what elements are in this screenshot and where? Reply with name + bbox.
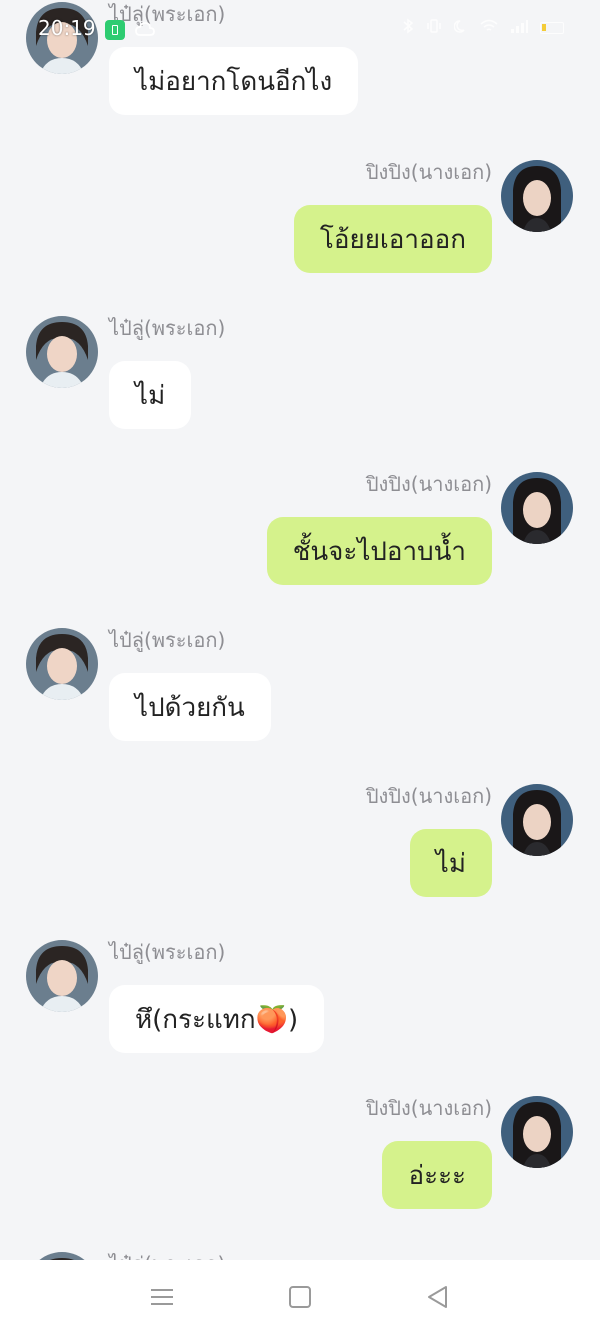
message-bubble[interactable]: ไปด้วยกัน bbox=[109, 673, 271, 741]
male-avatar[interactable] bbox=[26, 316, 98, 388]
message-bubble[interactable]: หึ(กระแทก🍑) bbox=[109, 985, 325, 1053]
sender-name: ปิงปิง(นางเอก) bbox=[365, 1096, 492, 1120]
back-button[interactable] bbox=[424, 1283, 452, 1311]
navigation-bar bbox=[0, 1260, 600, 1333]
message-bubble[interactable]: อ่ะะะ bbox=[382, 1141, 492, 1209]
sender-name: ปิงปิง(นางเอก) bbox=[365, 160, 492, 184]
female-avatar[interactable] bbox=[501, 160, 573, 232]
male-avatar[interactable] bbox=[26, 1252, 98, 1260]
female-avatar[interactable] bbox=[501, 472, 573, 544]
home-button[interactable] bbox=[286, 1283, 314, 1311]
sender-name: ไป๋ลู่(พระเอก) bbox=[109, 628, 226, 652]
message-bubble[interactable]: ชั้นจะไปอาบน้ำ bbox=[266, 517, 492, 585]
male-avatar[interactable] bbox=[26, 2, 98, 74]
male-avatar[interactable] bbox=[26, 940, 98, 1012]
sender-name: ไป๋ลู่(พระเอก) bbox=[109, 940, 226, 964]
sender-name: ปิงปิง(นางเอก) bbox=[365, 784, 492, 808]
female-avatar[interactable] bbox=[501, 1096, 573, 1168]
message-bubble[interactable]: ไม่ bbox=[409, 829, 492, 897]
sender-name: ไป๋ลู่(พระเอก) bbox=[109, 2, 226, 26]
home-icon bbox=[289, 1285, 311, 1308]
message-bubble[interactable]: โอ้ยยเอาออก bbox=[293, 205, 492, 273]
message-bubble[interactable]: ไม่อยากโดนอีกไง bbox=[109, 47, 359, 115]
menu-icon[interactable] bbox=[148, 1283, 176, 1311]
sender-name: ไป๋ลู่(พระเอก) bbox=[109, 1248, 225, 1260]
sender-name: ปิงปิง(นางเอก) bbox=[365, 472, 492, 496]
male-avatar[interactable] bbox=[26, 628, 98, 700]
message-bubble[interactable]: ไม่ bbox=[109, 361, 192, 429]
chat-area[interactable]: ไป๋ลู่(พระเอก) ไม่อยากโดนอีกไง ปิงปิง(นา… bbox=[0, 0, 600, 1260]
sender-name: ไป๋ลู่(พระเอก) bbox=[109, 316, 226, 340]
female-avatar[interactable] bbox=[501, 784, 573, 856]
back-icon bbox=[428, 1285, 447, 1308]
